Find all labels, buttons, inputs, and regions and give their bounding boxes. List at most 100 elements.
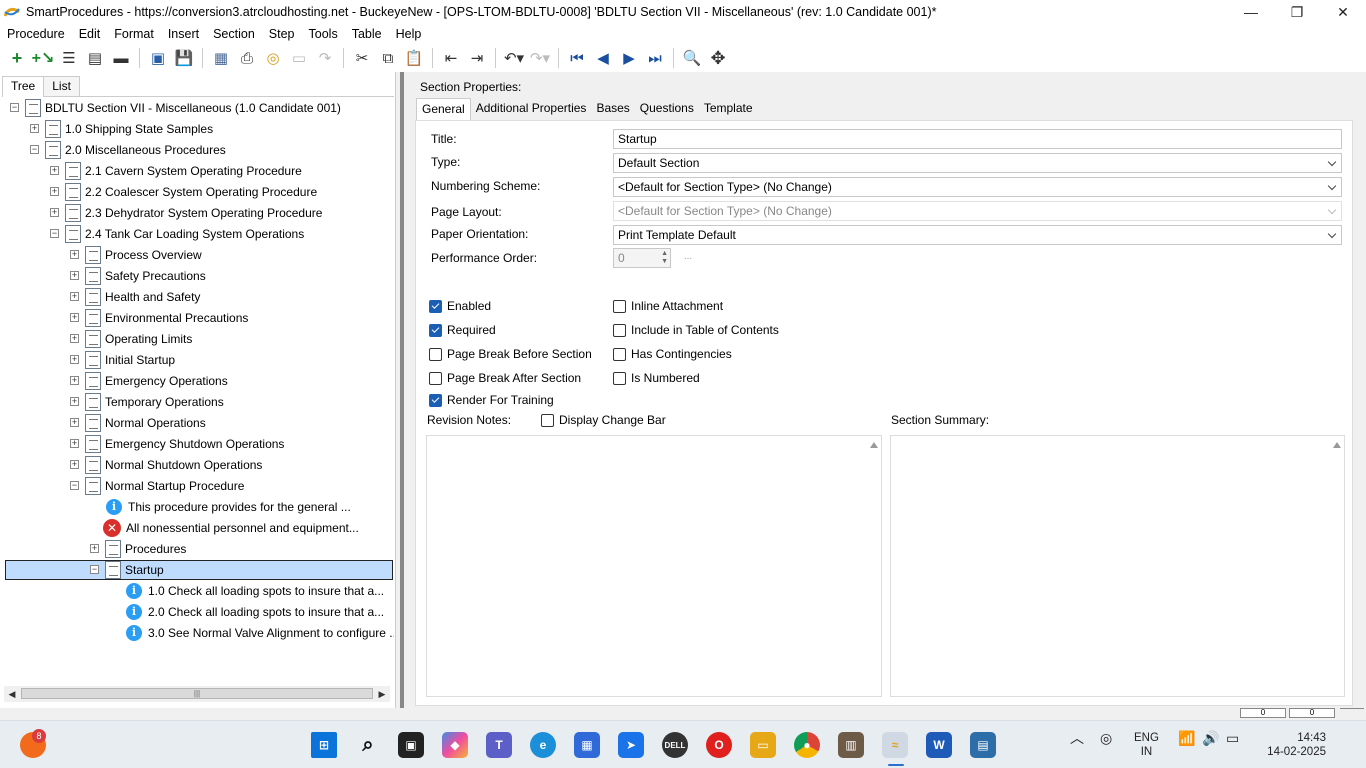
tree-node[interactable]: + Environmental Precautions [70, 307, 248, 329]
tree-node[interactable]: + Emergency Operations [70, 370, 228, 392]
paste-icon[interactable]: 📋 [401, 46, 427, 70]
type-select[interactable]: Default Section [613, 153, 1342, 173]
add-icon[interactable]: + [4, 46, 30, 70]
menu-procedure[interactable]: Procedure [0, 27, 72, 41]
tree-node[interactable]: − 2.4 Tank Car Loading System Operations [50, 223, 304, 245]
scroll-right-icon[interactable]: ▶ [374, 686, 390, 702]
find-icon[interactable]: 🔍 [679, 46, 705, 70]
tab-bases[interactable]: Bases [591, 98, 634, 120]
word-icon[interactable]: W [926, 732, 952, 758]
scroll-thumb[interactable]: ||| [21, 688, 373, 699]
collapse-icon[interactable]: − [70, 481, 79, 490]
checkbox-icon[interactable] [429, 299, 442, 313]
expand-icon[interactable]: + [70, 397, 79, 406]
tree-node[interactable]: i This procedure provides for the general… [106, 496, 351, 517]
expand-icon[interactable]: + [50, 187, 59, 196]
close-button[interactable]: ✕ [1320, 0, 1366, 24]
next-icon[interactable]: ▶ [616, 46, 642, 70]
store-icon[interactable]: ▦ [574, 732, 600, 758]
form-icon[interactable]: ▭ [286, 46, 312, 70]
menu-section[interactable]: Section [206, 27, 262, 41]
list-alt-icon[interactable]: ▤ [82, 46, 108, 70]
redo-format-icon[interactable]: ↷ [312, 46, 338, 70]
tab-tree[interactable]: Tree [2, 76, 45, 97]
outdent-icon[interactable]: ⇤ [438, 46, 464, 70]
tree-node[interactable]: i 1.0 Check all loading spots to insure t… [126, 580, 384, 601]
expand-icon[interactable]: + [70, 439, 79, 448]
inline-attachment-checkbox[interactable]: Inline Attachment [613, 299, 723, 313]
has-contingencies-checkbox[interactable]: Has Contingencies [613, 347, 732, 361]
page-break-before-checkbox[interactable]: Page Break Before Section [429, 347, 592, 361]
tree-node[interactable]: +1.0 Shipping State Samples [30, 118, 213, 140]
remote-desktop-icon[interactable]: ▤ [970, 732, 996, 758]
opera-icon[interactable]: O [706, 732, 732, 758]
revision-notes-textarea[interactable] [426, 435, 882, 697]
enabled-checkbox[interactable]: Enabled [429, 299, 491, 313]
checkbox-icon[interactable] [613, 371, 626, 385]
tree-node[interactable]: + Operating Limits [70, 328, 192, 350]
search-icon[interactable]: ⌕ [355, 732, 381, 758]
scroll-up-icon[interactable] [870, 442, 878, 448]
checkbox-icon[interactable] [541, 413, 554, 427]
expand-icon[interactable]: + [70, 460, 79, 469]
checkbox-icon[interactable] [429, 393, 442, 407]
tree-node[interactable]: − BDLTU Section VII - Miscellaneous (1.0 … [10, 97, 341, 119]
export-icon[interactable]: ▦ [208, 46, 234, 70]
tab-list[interactable]: List [43, 76, 80, 96]
tree-node[interactable]: +2.1 Cavern System Operating Procedure [50, 160, 302, 182]
cut-icon[interactable]: ✂ [349, 46, 375, 70]
scroll-up-icon[interactable] [1333, 442, 1341, 448]
resize-grip-icon[interactable] [1340, 708, 1364, 720]
tree-node[interactable]: + Initial Startup [70, 349, 175, 371]
save-copy-icon[interactable]: ▣ [145, 46, 171, 70]
collapse-icon[interactable]: − [90, 565, 99, 574]
copilot-icon[interactable]: ◆ [442, 732, 468, 758]
collapse-icon[interactable]: − [50, 229, 59, 238]
menu-format[interactable]: Format [107, 27, 161, 41]
start-icon[interactable]: ⊞ [311, 732, 337, 758]
add-child-icon[interactable]: +↘ [30, 46, 56, 70]
tree-node[interactable]: + Process Overview [70, 244, 202, 266]
tree-node[interactable]: − Startup [90, 559, 164, 581]
scroll-left-icon[interactable]: ◀ [4, 686, 20, 702]
maximize-button[interactable]: ❐ [1274, 0, 1320, 24]
expand-icon[interactable]: + [30, 124, 39, 133]
print-icon[interactable]: ⎙ [234, 46, 260, 70]
pane-splitter[interactable] [400, 72, 404, 708]
teams-icon[interactable]: T [486, 732, 512, 758]
tab-general[interactable]: General [416, 98, 471, 120]
redo-icon[interactable]: ↷▾ [527, 46, 553, 70]
smartprocedures-taskbar-icon[interactable]: ≈ [882, 732, 908, 758]
move-icon[interactable]: ✥ [705, 46, 731, 70]
power-automate-icon[interactable]: ➤ [618, 732, 644, 758]
tab-template[interactable]: Template [699, 98, 758, 120]
battery-icon[interactable]: ▭ [1226, 731, 1239, 745]
copy-icon[interactable]: ⧉ [375, 46, 401, 70]
edge-icon[interactable]: e [530, 732, 556, 758]
save-icon[interactable]: 💾 [171, 46, 197, 70]
expand-icon[interactable]: + [70, 376, 79, 385]
list-icon[interactable]: ☰ [56, 46, 82, 70]
app-icon-archive[interactable]: ▥ [838, 732, 864, 758]
indent-icon[interactable]: ⇥ [464, 46, 490, 70]
collapse-icon[interactable]: − [10, 103, 19, 112]
is-numbered-checkbox[interactable]: Is Numbered [613, 371, 700, 385]
minimize-button[interactable]: — [1228, 0, 1274, 24]
tree-node[interactable]: ✕ All nonessential personnel and equipmen… [103, 517, 359, 538]
menu-tools[interactable]: Tools [302, 27, 345, 41]
delete-icon[interactable]: ▬ [108, 46, 134, 70]
network-status-icon[interactable]: ◎ [1100, 731, 1112, 745]
tree-node[interactable]: + Normal Shutdown Operations [70, 454, 262, 476]
checkbox-icon[interactable] [613, 347, 626, 361]
tree-node[interactable]: + Safety Precautions [70, 265, 206, 287]
menu-step[interactable]: Step [262, 27, 302, 41]
display-change-bar-checkbox[interactable]: Display Change Bar [541, 413, 666, 427]
tree-node[interactable]: + Normal Operations [70, 412, 206, 434]
collapse-icon[interactable]: − [30, 145, 39, 154]
expand-icon[interactable]: + [70, 250, 79, 259]
chrome-icon[interactable]: ● [794, 732, 820, 758]
language-indicator[interactable]: ENG IN [1134, 731, 1159, 759]
file-explorer-icon[interactable]: ▭ [750, 732, 776, 758]
tree-node[interactable]: + Health and Safety [70, 286, 200, 308]
tree-node[interactable]: − 2.0 Miscellaneous Procedures [30, 139, 226, 161]
